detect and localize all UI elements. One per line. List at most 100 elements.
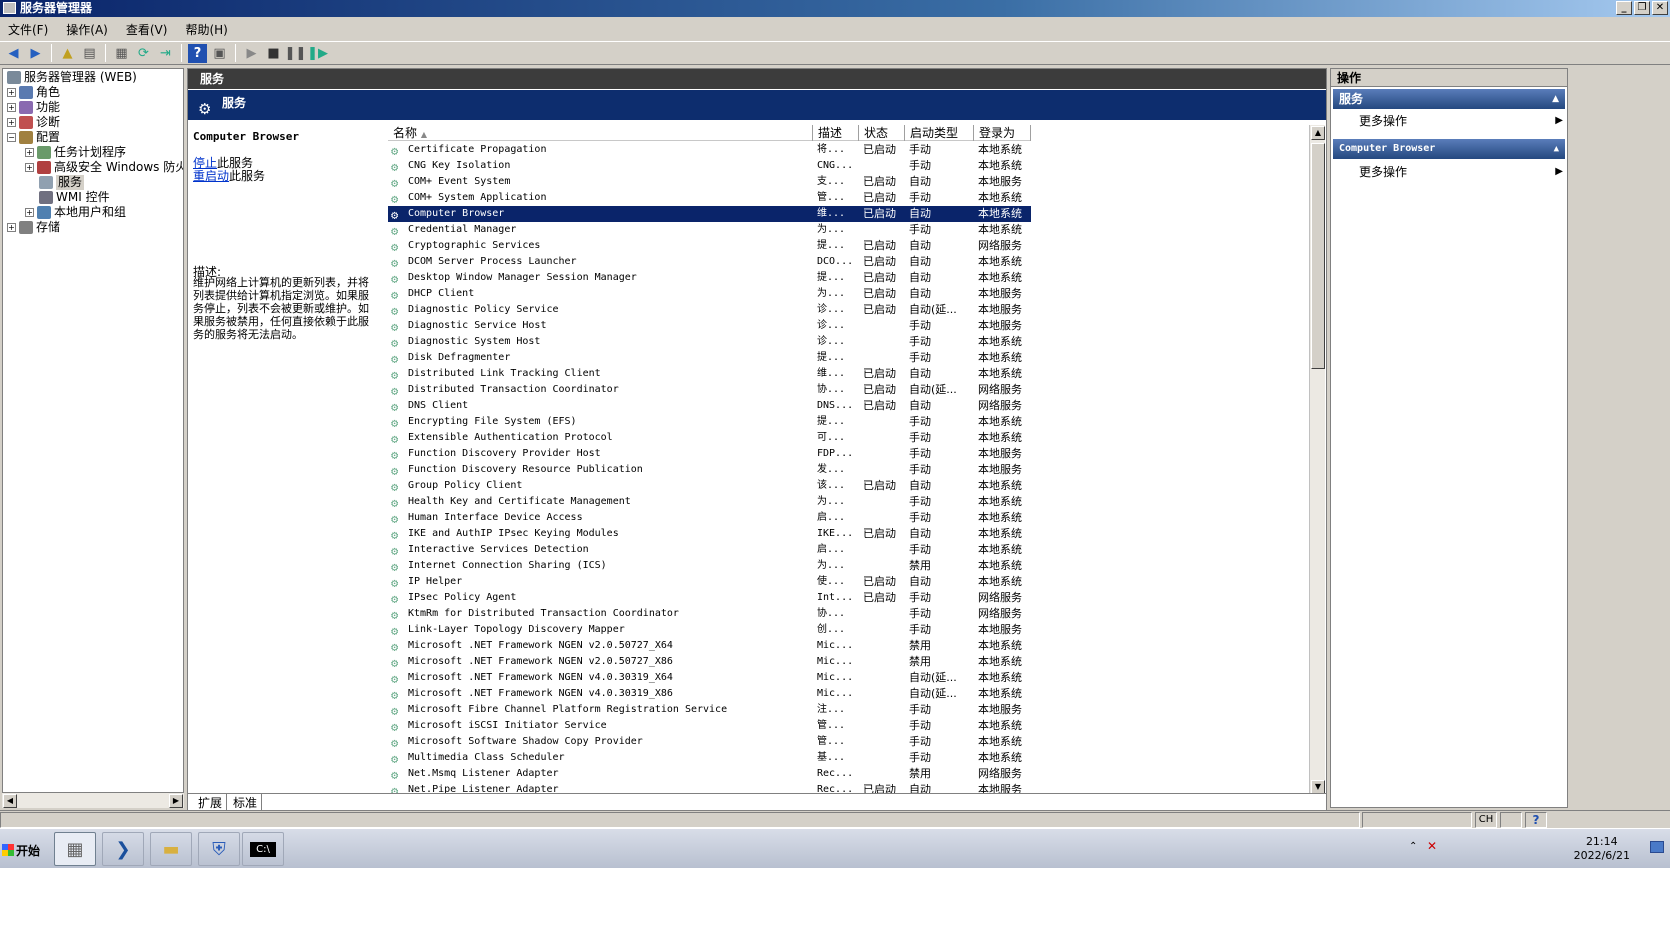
tree-item[interactable]: + 角色 [7,85,60,100]
service-row[interactable]: ⚙ DHCP Client 为... 已启动 自动 本地服务 [388,286,1031,302]
tree-item[interactable]: + 本地用户和组 [25,205,126,220]
service-row[interactable]: ⚙ Function Discovery Resource Publication… [388,462,1031,478]
service-row[interactable]: ⚙ CNG Key Isolation CNG... 手动 本地系统 [388,158,1031,174]
column-status[interactable]: 状态 [859,125,905,141]
restart-service-link[interactable]: 重启动 [193,169,229,183]
service-row[interactable]: ⚙ Desktop Window Manager Session Manager 提… [388,270,1031,286]
service-row[interactable]: ⚙ IPsec Policy Agent Int... 已启动 手动 网络服务 [388,590,1031,606]
clock[interactable]: 21:14 2022/6/21 [1574,835,1630,863]
show-hidden-icons-icon[interactable]: ⌃ [1409,841,1417,852]
start-button[interactable]: 开始 [2,833,46,867]
back-icon[interactable]: ◀ [4,44,23,63]
service-row[interactable]: ⚙ Human Interface Device Access 启... 手动 本地系统 [388,510,1031,526]
expand-toggle-icon[interactable]: + [7,223,16,232]
service-row[interactable]: ⚙ IP Helper 使... 已启动 自动 本地系统 [388,574,1031,590]
properties-icon[interactable]: ▦ [112,44,131,63]
taskbar-cmd[interactable]: C:\ [242,832,284,866]
tree-item[interactable]: + 任务计划程序 [25,145,126,160]
service-row[interactable]: ⚙ Internet Connection Sharing (ICS) 为... 禁用… [388,558,1031,574]
actions-section-services[interactable]: 服务 ▲ [1333,89,1565,109]
service-row[interactable]: ⚙ Function Discovery Provider Host FDP... 手… [388,446,1031,462]
service-row[interactable]: ⚙ Cryptographic Services 提... 已启动 自动 网络服务 [388,238,1031,254]
service-row[interactable]: ⚙ Credential Manager 为... 手动 本地系统 [388,222,1031,238]
service-row[interactable]: ⚙ Health Key and Certificate Management 为.… [388,494,1031,510]
scroll-up-icon[interactable]: ▲ [1311,126,1325,140]
service-row[interactable]: ⚙ Extensible Authentication Protocol 可... 手… [388,430,1031,446]
service-row[interactable]: ⚙ Diagnostic System Host 诊... 手动 本地系统 [388,334,1031,350]
tree-item[interactable]: 服务 [25,175,85,190]
scroll-right-icon[interactable]: ▶ [169,794,183,808]
tree-item[interactable]: WMI 控件 [25,190,110,205]
show-action-pane-icon[interactable]: ▣ [210,44,229,63]
service-row[interactable]: ⚙ Microsoft Software Shadow Copy Provider… [388,734,1031,750]
expand-toggle-icon[interactable]: − [7,133,16,142]
menu-view[interactable]: 查看(V) [124,21,170,38]
service-row[interactable]: ⚙ Diagnostic Service Host 诊... 手动 本地服务 [388,318,1031,334]
ime-help-icon[interactable]: ? [1525,812,1547,828]
network-disconnected-icon[interactable]: ✕ [1427,839,1437,853]
tree-item[interactable]: + 诊断 [7,115,60,130]
service-row[interactable]: ⚙ DNS Client DNS... 已启动 自动 网络服务 [388,398,1031,414]
show-desktop-icon[interactable] [1650,841,1664,853]
service-row[interactable]: ⚙ DCOM Server Process Launcher DCO... 已启动 自动… [388,254,1031,270]
up-folder-icon[interactable]: ▲ [58,44,77,63]
menu-file[interactable]: 文件(F) [6,21,50,38]
service-row[interactable]: ⚙ Multimedia Class Scheduler 基... 手动 本地系统 [388,750,1031,766]
taskbar-server-manager[interactable]: ▦ [54,832,96,866]
menu-help[interactable]: 帮助(H) [183,21,229,38]
service-row[interactable]: ⚙ Disk Defragmenter 提... 手动 本地系统 [388,350,1031,366]
service-row[interactable]: ⚙ Distributed Transaction Coordinator 协...… [388,382,1031,398]
service-row[interactable]: ⚙ Net.Msmq Listener Adapter Rec... 禁用 网络服务 [388,766,1031,782]
service-row[interactable]: ⚙ Microsoft .NET Framework NGEN v4.0.3031… [388,670,1031,686]
more-actions-computer-browser[interactable]: 更多操作 ▶ [1359,163,1563,181]
service-row[interactable]: ⚙ Microsoft Fibre Channel Platform Regist… [388,702,1031,718]
scroll-left-icon[interactable]: ◀ [3,794,17,808]
expand-toggle-icon[interactable]: + [25,163,34,172]
restart-service-icon[interactable]: ❚▶ [307,44,328,63]
column-log-on-as[interactable]: 登录为 [974,125,1031,141]
show-hide-tree-icon[interactable]: ▤ [80,44,99,63]
collapse-icon[interactable]: ▲ [1554,139,1559,159]
service-row[interactable]: ⚙ Encrypting File System (EFS) 提... 手动 本地系统 [388,414,1031,430]
tab-extended[interactable]: 扩展 [194,793,228,811]
taskbar-explorer[interactable]: ▬ [150,832,192,866]
service-row[interactable]: ⚙ Group Policy Client 该... 已启动 自动 本地系统 [388,478,1031,494]
tree-item[interactable]: + 高级安全 Windows 防火墙 [25,160,183,175]
menu-action[interactable]: 操作(A) [64,21,110,38]
service-row[interactable]: ⚙ Microsoft .NET Framework NGEN v4.0.3031… [388,686,1031,702]
service-row[interactable]: ⚙ Computer Browser 维... 已启动 自动 本地系统 [388,206,1031,222]
service-row[interactable]: ⚙ COM+ Event System 支... 已启动 自动 本地服务 [388,174,1031,190]
taskbar-security[interactable]: ⛨ [198,832,240,866]
scroll-down-icon[interactable]: ▼ [1311,780,1325,794]
service-row[interactable]: ⚙ Link-Layer Topology Discovery Mapper 创..… [388,622,1031,638]
column-name[interactable]: 名称 ▲ [388,125,813,141]
actions-section-computer-browser[interactable]: Computer Browser ▲ [1333,139,1565,159]
maximize-button[interactable]: ❐ [1634,1,1650,15]
tree-item[interactable]: − 配置 [7,130,60,145]
tree-horizontal-scrollbar[interactable]: ◀ ▶ [2,792,184,808]
expand-toggle-icon[interactable]: + [7,118,16,127]
tab-standard[interactable]: 标准 [229,793,263,811]
expand-toggle-icon[interactable]: + [25,208,34,217]
service-row[interactable]: ⚙ Interactive Services Detection 启... 手动 本地系… [388,542,1031,558]
minimize-button[interactable]: _ [1616,1,1632,15]
close-button[interactable]: ✕ [1652,1,1668,15]
service-row[interactable]: ⚙ KtmRm for Distributed Transaction Coord… [388,606,1031,622]
forward-icon[interactable]: ▶ [26,44,45,63]
service-row[interactable]: ⚙ COM+ System Application 管... 已启动 手动 本地系统 [388,190,1031,206]
expand-toggle-icon[interactable]: + [7,103,16,112]
service-row[interactable]: ⚙ Diagnostic Policy Service 诊... 已启动 自动(延...… [388,302,1031,318]
column-description[interactable]: 描述 [813,125,859,141]
stop-service-icon[interactable]: ■ [264,44,283,63]
collapse-icon[interactable]: ▲ [1552,89,1559,109]
column-startup-type[interactable]: 启动类型 [905,125,974,141]
help-icon[interactable]: ? [188,43,207,63]
keyboard-icon[interactable] [1500,812,1522,828]
service-row[interactable]: ⚙ IKE and AuthIP IPsec Keying Modules IKE.… [388,526,1031,542]
refresh-icon[interactable]: ⟳ [134,44,153,63]
more-actions-services[interactable]: 更多操作 ▶ [1359,112,1563,130]
service-row[interactable]: ⚙ Microsoft iSCSI Initiator Service 管... 手动… [388,718,1031,734]
expand-toggle-icon[interactable]: + [25,148,34,157]
service-row[interactable]: ⚙ Microsoft .NET Framework NGEN v2.0.5072… [388,638,1031,654]
expand-toggle-icon[interactable]: + [7,88,16,97]
